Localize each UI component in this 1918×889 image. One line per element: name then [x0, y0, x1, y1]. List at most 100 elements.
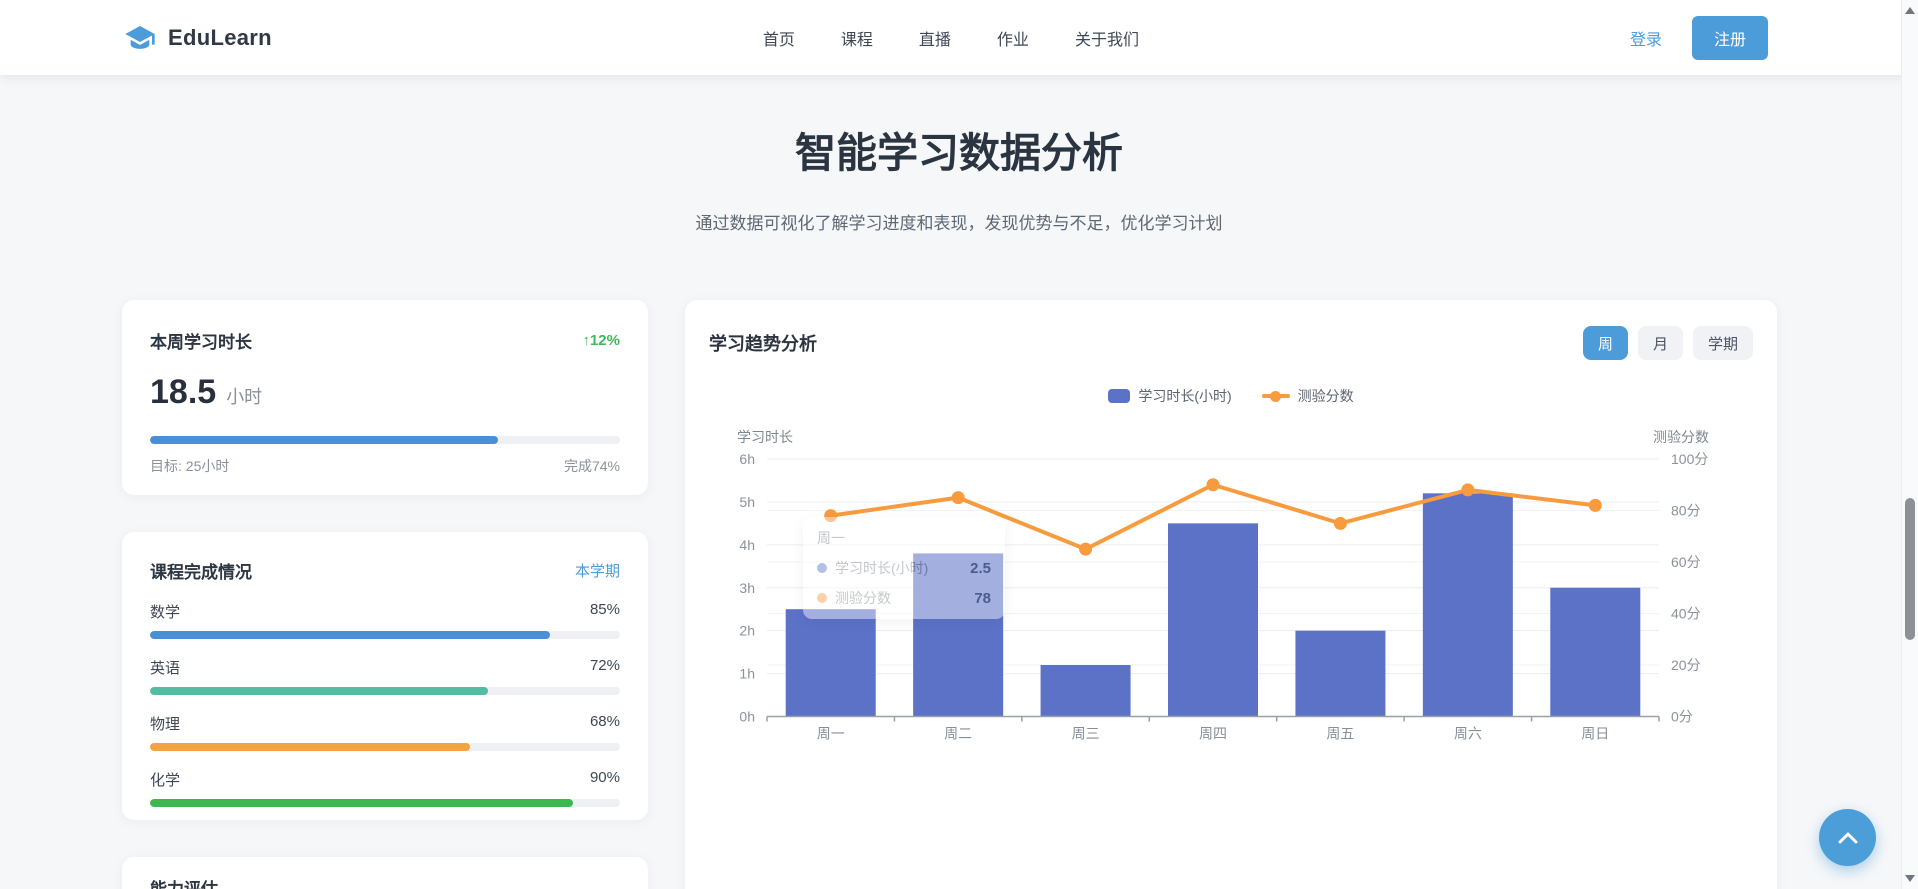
subject-label: 数学 — [150, 601, 180, 622]
legend-line-swatch — [1262, 394, 1290, 398]
chart-bar-周一[interactable] — [786, 609, 876, 716]
y-right-tick-label: 60分 — [1671, 554, 1701, 570]
y-left-tick-label: 5h — [739, 494, 755, 510]
chevron-up-icon — [1837, 831, 1859, 845]
y-left-axis-name: 学习时长 — [737, 429, 793, 445]
line-point-周日[interactable] — [1589, 499, 1602, 512]
y-right-axis-name: 测验分数 — [1653, 429, 1709, 445]
subject-progress-fill — [150, 799, 573, 807]
line-point-周六[interactable] — [1461, 483, 1474, 496]
range-toggle-2[interactable]: 学期 — [1693, 326, 1753, 360]
legend-item-0[interactable]: 学习时长(小时) — [1108, 386, 1231, 406]
scrollbar-up-arrow[interactable] — [1905, 7, 1915, 14]
y-left-tick-label: 2h — [739, 623, 755, 639]
nav-links: 首页 课程 直播 作业 关于我们 — [763, 26, 1139, 50]
x-category-label: 周日 — [1581, 726, 1609, 742]
y-right-tick-label: 0分 — [1671, 709, 1693, 725]
subject-progress-track — [150, 799, 620, 807]
chart-bar-周四[interactable] — [1168, 523, 1258, 716]
scrollbar-thumb[interactable] — [1905, 498, 1915, 640]
page-subtitle: 通过数据可视化了解学习进度和表现，发现优势与不足，优化学习计划 — [0, 209, 1918, 234]
register-button[interactable]: 注册 — [1692, 16, 1768, 60]
weekly-progress-fill — [150, 436, 498, 444]
line-point-周五[interactable] — [1334, 517, 1347, 530]
subject-label: 化学 — [150, 769, 180, 790]
range-toggle-1[interactable]: 月 — [1638, 326, 1683, 360]
chart-legend: 学习时长(小时) 测验分数 — [709, 386, 1753, 406]
nav-item-2[interactable]: 直播 — [919, 26, 951, 50]
x-category-label: 周五 — [1326, 726, 1354, 742]
y-left-tick-label: 0h — [739, 709, 755, 725]
nav-item-0[interactable]: 首页 — [763, 26, 795, 50]
legend-label: 学习时长(小时) — [1138, 386, 1231, 406]
weekly-card-title: 本周学习时长 — [150, 328, 252, 353]
subject-pct: 90% — [590, 769, 620, 790]
auth-area: 登录 注册 — [1630, 16, 1768, 60]
chart-bar-周六[interactable] — [1423, 493, 1513, 716]
brand[interactable]: EduLearn — [122, 22, 272, 54]
graduation-cap-icon — [122, 22, 158, 54]
tooltip-header: 周一 — [817, 528, 991, 548]
y-left-tick-label: 4h — [739, 537, 755, 553]
course-card-title: 课程完成情况 — [150, 558, 252, 583]
course-completion-card: 课程完成情况 本学期 数学 85% 英语 72% 物理 68% 化学 90% — [122, 532, 648, 820]
page-scrollbar[interactable] — [1901, 0, 1918, 889]
semester-link[interactable]: 本学期 — [575, 560, 620, 581]
tooltip-row-1: 测验分数78 — [817, 588, 991, 608]
trend-up-badge: ↑12% — [582, 332, 620, 349]
ability-card: 能力评估 — [122, 857, 648, 889]
chart-title: 学习趋势分析 — [709, 330, 817, 356]
left-column: 本周学习时长 ↑12% 18.5 小时 目标: 25小时 完成74% 课程完成情… — [122, 300, 648, 889]
subject-pct: 85% — [590, 601, 620, 622]
subject-progress-track — [150, 631, 620, 639]
y-right-tick-label: 100分 — [1671, 451, 1708, 467]
page-title: 智能学习数据分析 — [0, 119, 1918, 179]
weekly-hours-card: 本周学习时长 ↑12% 18.5 小时 目标: 25小时 完成74% — [122, 300, 648, 495]
legend-item-1[interactable]: 测验分数 — [1262, 386, 1354, 406]
login-link[interactable]: 登录 — [1630, 26, 1662, 50]
subject-progress-fill — [150, 631, 550, 639]
nav-item-1[interactable]: 课程 — [841, 26, 873, 50]
range-toggle-group: 周月学期 — [1583, 326, 1753, 360]
scroll-to-top-button[interactable] — [1819, 809, 1876, 866]
line-point-周三[interactable] — [1079, 543, 1092, 556]
legend-label: 测验分数 — [1298, 386, 1354, 406]
x-category-label: 周四 — [1199, 726, 1227, 742]
y-left-tick-label: 6h — [739, 451, 755, 467]
subject-row-0: 数学 85% — [150, 601, 620, 639]
y-right-tick-label: 40分 — [1671, 606, 1701, 622]
weekly-hours-value: 18.5 — [150, 373, 216, 412]
line-point-周二[interactable] — [952, 491, 965, 504]
chart-bar-周五[interactable] — [1295, 631, 1385, 717]
y-left-tick-label: 3h — [739, 580, 755, 596]
scrollbar-down-arrow[interactable] — [1905, 875, 1915, 882]
ability-card-title: 能力评估 — [150, 880, 218, 889]
subject-row-2: 物理 68% — [150, 713, 620, 751]
completion-label: 完成74% — [564, 456, 620, 476]
weekly-hours-unit: 小时 — [226, 383, 262, 409]
subject-pct: 72% — [590, 657, 620, 678]
subject-pct: 68% — [590, 713, 620, 734]
subject-row-3: 化学 90% — [150, 769, 620, 807]
x-category-label: 周二 — [944, 726, 972, 742]
line-point-周四[interactable] — [1207, 478, 1220, 491]
nav-item-3[interactable]: 作业 — [997, 26, 1029, 50]
chart-bar-周日[interactable] — [1550, 588, 1640, 717]
subject-list: 数学 85% 英语 72% 物理 68% 化学 90% — [150, 601, 620, 807]
subject-progress-fill — [150, 743, 470, 751]
hero: 智能学习数据分析 通过数据可视化了解学习进度和表现，发现优势与不足，优化学习计划 — [0, 75, 1918, 234]
nav-item-4[interactable]: 关于我们 — [1075, 26, 1139, 50]
subject-row-1: 英语 72% — [150, 657, 620, 695]
subject-label: 英语 — [150, 657, 180, 678]
subject-progress-track — [150, 687, 620, 695]
y-right-tick-label: 80分 — [1671, 503, 1701, 519]
x-category-label: 周六 — [1454, 726, 1482, 742]
subject-progress-fill — [150, 687, 488, 695]
goal-label: 目标: 25小时 — [150, 456, 229, 476]
y-right-tick-label: 20分 — [1671, 657, 1701, 673]
legend-bar-swatch — [1108, 389, 1130, 403]
chart-bar-周三[interactable] — [1041, 665, 1131, 717]
subject-label: 物理 — [150, 713, 180, 734]
range-toggle-0[interactable]: 周 — [1583, 326, 1628, 360]
y-left-tick-label: 1h — [739, 666, 755, 682]
